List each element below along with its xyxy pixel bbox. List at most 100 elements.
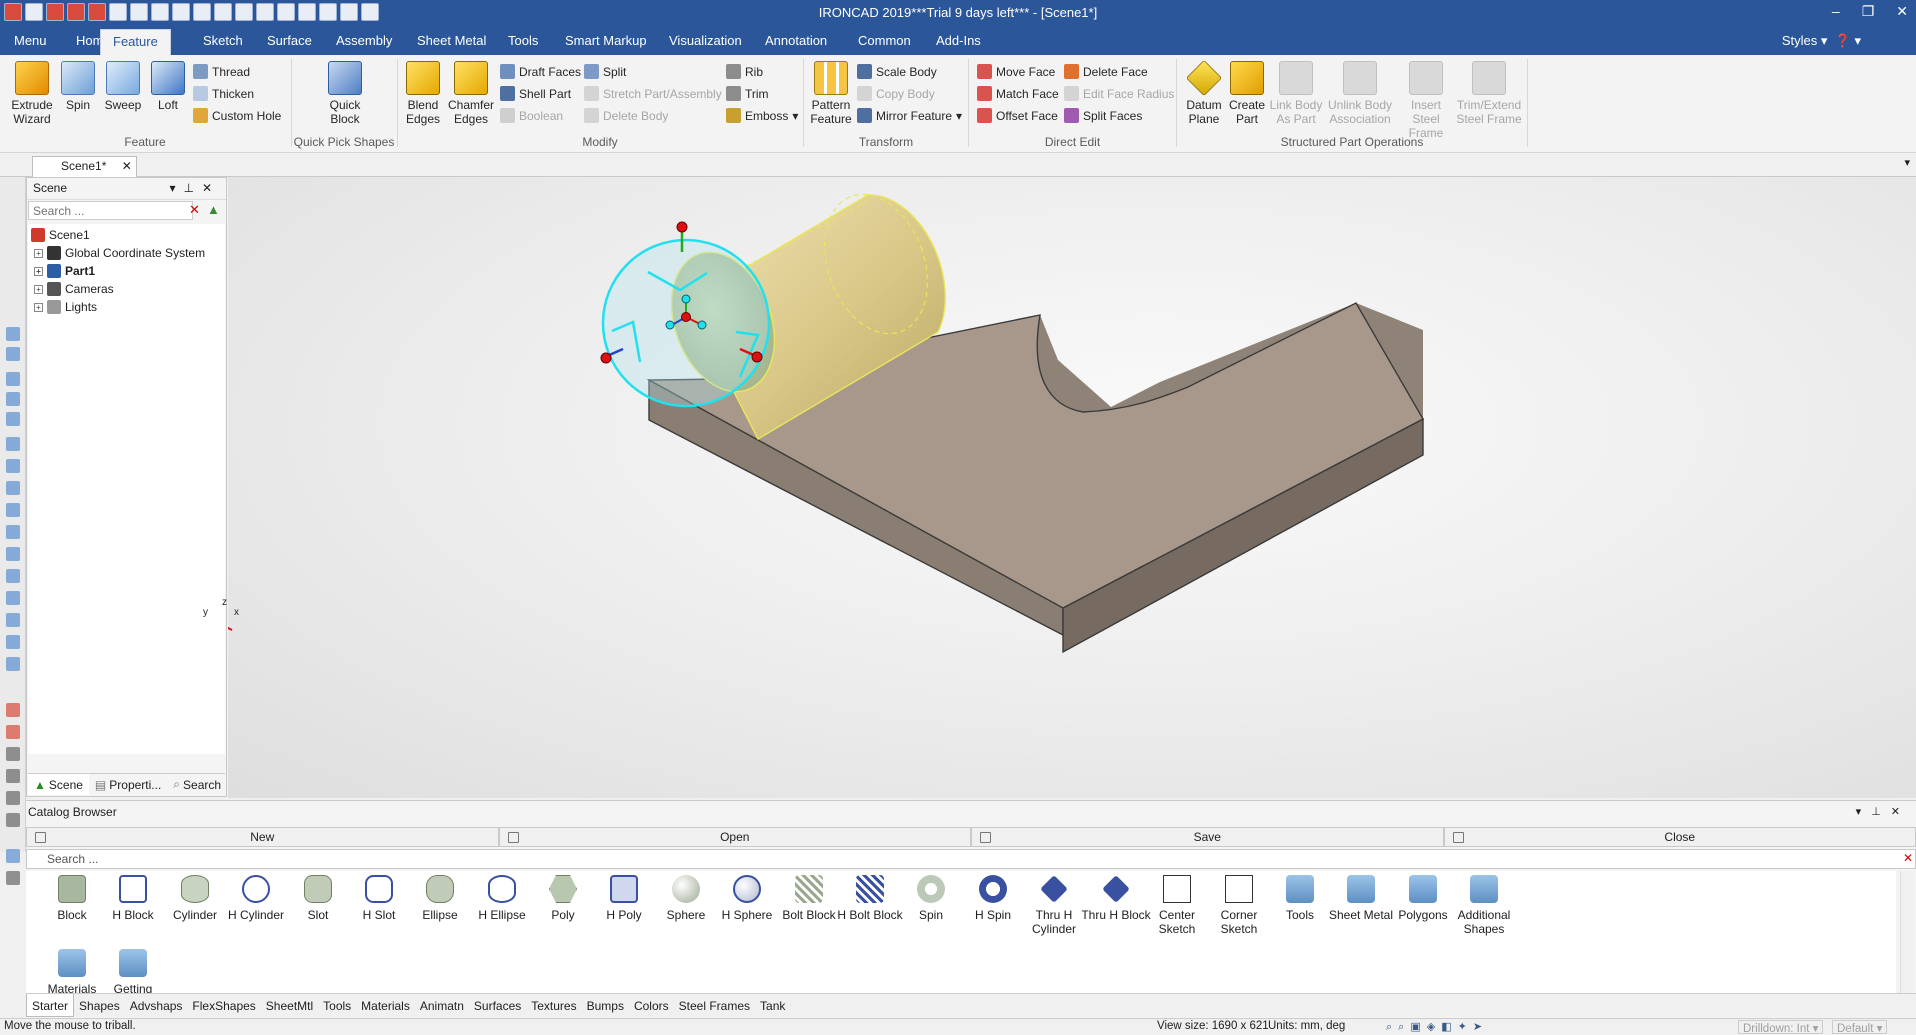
minimize-icon[interactable]: – xyxy=(1832,3,1840,20)
tab-animatn[interactable]: Animatn xyxy=(415,994,469,1017)
tab-tools[interactable]: Tools xyxy=(318,994,356,1017)
triball[interactable] xyxy=(601,222,769,406)
link-body-button[interactable]: Link Body As Part xyxy=(1268,61,1324,126)
copy-body-button[interactable]: Copy Body xyxy=(857,86,935,101)
tool-icon[interactable] xyxy=(6,657,20,671)
delete-face-button[interactable]: Delete Face xyxy=(1064,64,1148,79)
chamfer-edges-button[interactable]: Chamfer Edges xyxy=(446,61,496,126)
tool-icon[interactable] xyxy=(6,481,20,495)
mirror-feature-button[interactable]: Mirror Feature ▾ xyxy=(857,108,962,123)
expand-icon[interactable]: + xyxy=(34,285,43,294)
clear-search-icon[interactable]: ✕ xyxy=(189,202,200,218)
tree-node-gcs[interactable]: +Global Coordinate System xyxy=(34,246,205,260)
shell-part-button[interactable]: Shell Part xyxy=(500,86,571,101)
tab-feature[interactable]: Feature xyxy=(100,29,171,55)
tool-icon[interactable] xyxy=(6,437,20,451)
draft-faces-button[interactable]: Draft Faces xyxy=(500,64,581,79)
edit-face-radius-button[interactable]: Edit Face Radius xyxy=(1064,86,1174,101)
blend-edges-button[interactable]: Blend Edges xyxy=(404,61,442,126)
dropdown-icon[interactable]: ▾ xyxy=(169,181,183,195)
custom-hole-button[interactable]: Custom Hole xyxy=(193,108,281,123)
cursor-icon[interactable]: ➤ xyxy=(1473,1021,1488,1033)
tool-icon[interactable] xyxy=(6,525,20,539)
move-face-button[interactable]: Move Face xyxy=(977,64,1055,79)
tab-dropdown-icon[interactable]: ▾ xyxy=(1904,156,1910,169)
scale-body-button[interactable]: Scale Body xyxy=(857,64,937,79)
tab-bumps[interactable]: Bumps xyxy=(582,994,629,1017)
pin-icon[interactable]: ⊥ xyxy=(1871,806,1891,818)
emboss-button[interactable]: Emboss ▾ xyxy=(726,108,798,123)
create-part-button[interactable]: Create Part xyxy=(1228,61,1266,126)
close-icon[interactable]: ✕ xyxy=(202,181,220,195)
tab-scene[interactable]: ▲Scene xyxy=(28,774,89,795)
tree-node-scene[interactable]: Scene1 xyxy=(31,228,90,242)
tab-steel-frames[interactable]: Steel Frames xyxy=(674,994,755,1017)
split-button[interactable]: Split xyxy=(584,64,626,79)
tool-icon[interactable] xyxy=(6,591,20,605)
styles-menu[interactable]: Styles ▾ ❓ ▾ xyxy=(1782,33,1861,49)
tool-icon[interactable] xyxy=(6,459,20,473)
tool-icon[interactable] xyxy=(6,769,20,783)
tab-search[interactable]: ⌕Search xyxy=(167,774,227,795)
unlink-body-button[interactable]: Unlink Body Association xyxy=(1326,61,1394,126)
tab-textures[interactable]: Textures xyxy=(526,994,581,1017)
tab-flexshapes[interactable]: FlexShapes xyxy=(187,994,260,1017)
scene-search-input[interactable] xyxy=(28,201,193,220)
catalog-item-getting[interactable]: Getting xyxy=(96,945,170,993)
pattern-feature-button[interactable]: Pattern Feature xyxy=(808,61,854,126)
close-icon[interactable]: ✕ xyxy=(1891,806,1910,818)
drilldown-select[interactable]: Drilldown: Int ▾ xyxy=(1738,1020,1823,1034)
tool-icon[interactable] xyxy=(6,547,20,561)
scene-canvas[interactable] xyxy=(228,177,1916,798)
tree-node-cameras[interactable]: +Cameras xyxy=(34,282,114,296)
tool-icon[interactable] xyxy=(6,412,20,426)
expand-icon[interactable]: + xyxy=(34,303,43,312)
render-icon[interactable]: ◧ xyxy=(1441,1021,1457,1033)
match-face-button[interactable]: Match Face xyxy=(977,86,1059,101)
tool-icon[interactable] xyxy=(6,849,20,863)
close-icon[interactable]: ✕ xyxy=(1896,3,1908,20)
tool-icon[interactable] xyxy=(6,569,20,583)
tab-colors[interactable]: Colors xyxy=(629,994,674,1017)
trim-button[interactable]: Trim xyxy=(726,86,769,101)
restore-icon[interactable]: ❐ xyxy=(1862,3,1875,20)
trim-extend-steel-button[interactable]: Trim/Extend Steel Frame xyxy=(1456,61,1522,126)
tab-shapes[interactable]: Shapes xyxy=(74,994,125,1017)
catalog-open-button[interactable]: Open xyxy=(499,827,972,847)
close-tab-icon[interactable]: ✕ xyxy=(122,159,132,173)
tab-sketch[interactable]: Sketch xyxy=(203,33,243,48)
catalog-close-button[interactable]: Close xyxy=(1444,827,1916,847)
tab-common[interactable]: Common xyxy=(858,33,911,48)
delete-body-button[interactable]: Delete Body xyxy=(584,108,668,123)
default-select[interactable]: Default ▾ xyxy=(1832,1020,1887,1034)
tab-materials[interactable]: Materials xyxy=(356,994,415,1017)
tab-annotation[interactable]: Annotation xyxy=(765,33,827,48)
rib-button[interactable]: Rib xyxy=(726,64,763,79)
datum-plane-button[interactable]: Datum Plane xyxy=(1182,61,1226,126)
tool-icon[interactable] xyxy=(6,347,20,361)
orient-icon[interactable]: ◈ xyxy=(1427,1021,1441,1033)
tool-icon[interactable] xyxy=(6,635,20,649)
tool-icon[interactable] xyxy=(6,871,20,885)
loft-button[interactable]: Loft xyxy=(150,61,186,112)
tab-tank[interactable]: Tank xyxy=(755,994,790,1017)
dropdown-icon[interactable]: ▾ xyxy=(1856,806,1872,818)
catalog-search-box[interactable]: Search ... ✕ xyxy=(26,849,1916,869)
tab-sheetmtl[interactable]: SheetMtl xyxy=(261,994,318,1017)
light-icon[interactable]: ✦ xyxy=(1458,1021,1473,1033)
catalog-scrollbar[interactable] xyxy=(1900,871,1914,993)
spin-button[interactable]: Spin xyxy=(60,61,96,112)
tab-surfaces[interactable]: Surfaces xyxy=(469,994,526,1017)
tool-icon[interactable] xyxy=(6,372,20,386)
tool-icon[interactable] xyxy=(6,703,20,717)
tab-advshaps[interactable]: Advshaps xyxy=(125,994,188,1017)
tool-icon[interactable] xyxy=(6,725,20,739)
tool-icon[interactable] xyxy=(6,813,20,827)
pin-icon[interactable]: ⊥ xyxy=(183,181,201,195)
tool-icon[interactable] xyxy=(6,747,20,761)
thicken-button[interactable]: Thicken xyxy=(193,86,254,101)
tab-properties[interactable]: ▤Properti... xyxy=(89,774,167,795)
clear-search-icon[interactable]: ✕ xyxy=(1903,851,1913,865)
tab-starter[interactable]: Starter xyxy=(26,994,74,1017)
quick-block-button[interactable]: Quick Block xyxy=(323,61,367,126)
